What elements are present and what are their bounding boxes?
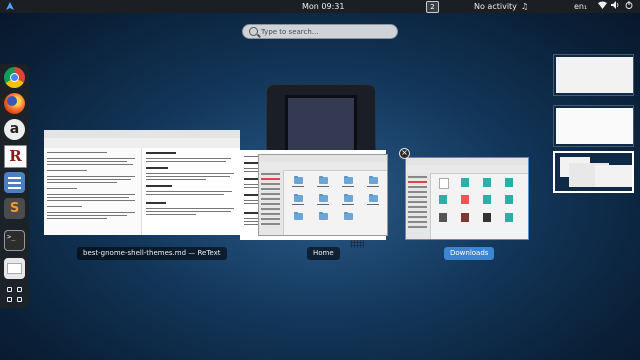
search-box[interactable] bbox=[242, 24, 398, 39]
downloads-window[interactable] bbox=[405, 157, 529, 240]
firefox-icon[interactable] bbox=[4, 93, 25, 114]
window-label-retext[interactable]: best-gnome-shell-themes.md — ReText bbox=[77, 247, 227, 260]
files-icon[interactable] bbox=[4, 258, 25, 279]
dash: a R S >_ bbox=[0, 64, 29, 308]
power-icon[interactable] bbox=[625, 1, 633, 12]
terminal-icon[interactable]: >_ bbox=[4, 230, 25, 251]
workspace-thumbnail-3[interactable] bbox=[553, 151, 634, 193]
workspace-thumbnail-1[interactable] bbox=[553, 54, 634, 96]
search-input[interactable] bbox=[261, 25, 391, 38]
activities-icon[interactable] bbox=[6, 2, 14, 13]
files-sidebar bbox=[406, 173, 431, 239]
home-window[interactable] bbox=[258, 154, 388, 236]
top-bar: Mon 09:31 2 No activity ♫ en₁ bbox=[0, 0, 640, 13]
wifi-icon[interactable] bbox=[598, 1, 607, 12]
app-grid-icon[interactable] bbox=[4, 284, 25, 305]
chrome-icon[interactable] bbox=[4, 67, 25, 88]
window-label-downloads[interactable]: Downloads bbox=[444, 247, 495, 260]
language-indicator[interactable]: en₁ bbox=[574, 1, 587, 12]
clock[interactable]: Mon 09:31 bbox=[302, 1, 344, 12]
wallpaper-device-screen bbox=[285, 95, 357, 155]
atom-icon[interactable]: a bbox=[4, 119, 25, 140]
workspace-indicator[interactable]: 2 bbox=[426, 1, 439, 13]
workspace-thumbnail-2[interactable] bbox=[553, 105, 634, 147]
markdown-editor[interactable] bbox=[44, 148, 142, 235]
files-sidebar bbox=[259, 170, 284, 235]
workspace-switcher bbox=[553, 52, 640, 206]
settings-icon[interactable] bbox=[4, 172, 25, 193]
retext-window[interactable] bbox=[44, 130, 240, 235]
volume-icon[interactable] bbox=[611, 1, 620, 12]
music-icon[interactable]: ♫ bbox=[521, 1, 528, 12]
retext-icon[interactable]: R bbox=[4, 145, 27, 168]
search-icon bbox=[249, 27, 258, 36]
window-label-home[interactable]: Home bbox=[307, 247, 340, 260]
activity-status[interactable]: No activity bbox=[474, 1, 517, 12]
sublime-text-icon[interactable]: S bbox=[4, 198, 25, 219]
close-window-button[interactable]: × bbox=[399, 148, 410, 159]
markdown-preview bbox=[142, 148, 240, 235]
